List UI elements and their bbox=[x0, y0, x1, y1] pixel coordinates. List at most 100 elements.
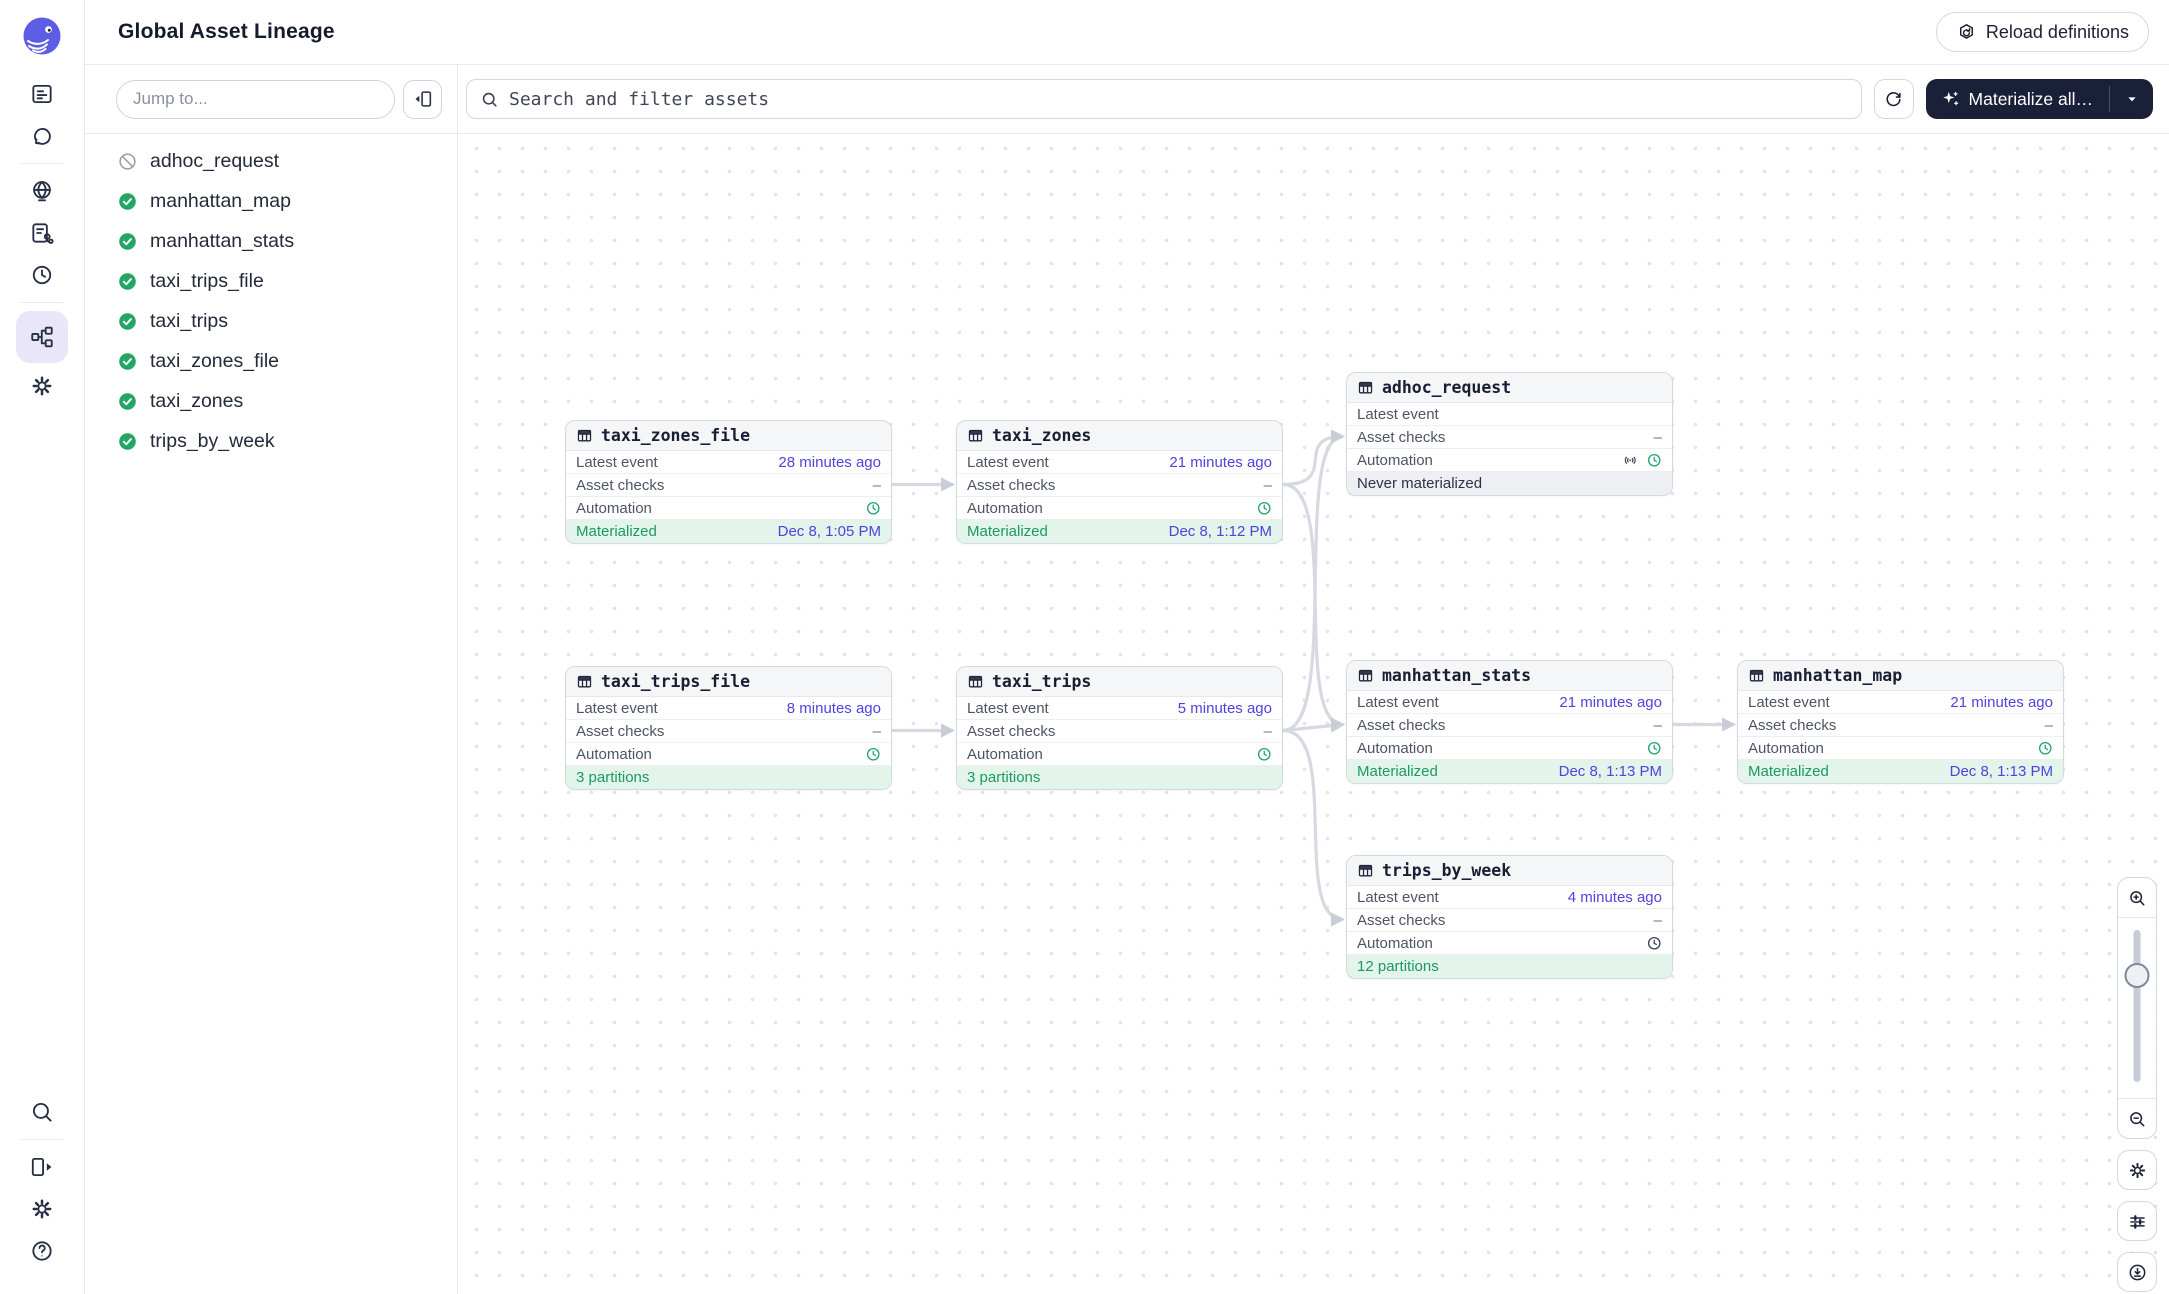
asset-label: taxi_zones_file bbox=[150, 350, 279, 373]
sidebar-asset-manhattan_map[interactable]: manhattan_map bbox=[85, 181, 457, 221]
sidebar-asset-taxi_trips_file[interactable]: taxi_trips_file bbox=[85, 261, 457, 301]
automation-icons bbox=[1646, 740, 1663, 757]
table-icon bbox=[1357, 667, 1374, 684]
overview-icon[interactable] bbox=[16, 73, 68, 115]
asset-node-title: adhoc_request bbox=[1382, 378, 1511, 397]
asset-node-manhattan_map[interactable]: manhattan_mapLatest event21 minutes agoA… bbox=[1737, 660, 2064, 784]
asset-list-toolbar bbox=[85, 65, 457, 134]
search-icon[interactable] bbox=[16, 1091, 68, 1133]
asset-label: manhattan_map bbox=[150, 190, 291, 213]
jump-to-input[interactable] bbox=[116, 80, 395, 119]
asset-node-title: trips_by_week bbox=[1382, 861, 1511, 880]
asset-checks-row: Asset checks– bbox=[1738, 714, 2063, 737]
search-input[interactable] bbox=[509, 89, 1848, 110]
table-icon bbox=[1357, 379, 1374, 396]
zoom-slider[interactable] bbox=[2118, 918, 2156, 1098]
automation-clock-icon bbox=[1256, 746, 1273, 763]
expand-panel-icon[interactable] bbox=[16, 1146, 68, 1188]
latest-event-value[interactable]: 21 minutes ago bbox=[1169, 454, 1272, 471]
sidebar-asset-manhattan_stats[interactable]: manhattan_stats bbox=[85, 221, 457, 261]
asset-node-taxi_zones[interactable]: taxi_zonesLatest event21 minutes agoAsse… bbox=[956, 420, 1283, 544]
sidebar-asset-taxi_zones_file[interactable]: taxi_zones_file bbox=[85, 341, 457, 381]
asset-checks-value: – bbox=[1654, 912, 1662, 929]
latest-event-value[interactable]: 21 minutes ago bbox=[1559, 694, 1662, 711]
zoom-slider-track[interactable] bbox=[2134, 930, 2141, 1082]
asset-node-trips_by_week[interactable]: trips_by_weekLatest event4 minutes agoAs… bbox=[1346, 855, 1673, 979]
download-button[interactable] bbox=[2117, 1252, 2157, 1292]
table-icon bbox=[576, 427, 593, 444]
latest-event-value[interactable]: 4 minutes ago bbox=[1568, 889, 1662, 906]
sidebar-asset-taxi_zones[interactable]: taxi_zones bbox=[85, 381, 457, 421]
assets-globe-icon[interactable] bbox=[16, 170, 68, 212]
settings-gear-icon bbox=[2127, 1160, 2148, 1181]
deployment-gear-icon[interactable] bbox=[16, 365, 68, 407]
table-icon bbox=[967, 673, 984, 690]
materialization-status: MaterializedDec 8, 1:05 PM bbox=[566, 520, 891, 543]
asset-checks-row: Asset checks– bbox=[566, 720, 891, 743]
jobs-icon[interactable] bbox=[16, 212, 68, 254]
automation-clock-icon bbox=[1256, 500, 1273, 517]
asset-node-taxi_trips_file[interactable]: taxi_trips_fileLatest event8 minutes ago… bbox=[565, 666, 892, 790]
collapse-panel-button[interactable] bbox=[403, 80, 442, 119]
sidebar-asset-trips_by_week[interactable]: trips_by_week bbox=[85, 421, 457, 461]
latest-event-value[interactable]: 21 minutes ago bbox=[1950, 694, 2053, 711]
materialization-status: 3 partitions bbox=[957, 766, 1282, 789]
asset-node-header[interactable]: trips_by_week bbox=[1347, 856, 1672, 886]
zoom-out-button[interactable] bbox=[2118, 1098, 2156, 1138]
latest-event-row: Latest event4 minutes ago bbox=[1347, 886, 1672, 909]
automation-row: Automation bbox=[957, 497, 1282, 520]
edge-taxi_zones-to-adhoc_request bbox=[1283, 437, 1343, 485]
latest-event-row: Latest event28 minutes ago bbox=[566, 451, 891, 474]
refresh-button[interactable] bbox=[1874, 79, 1914, 119]
asset-node-header[interactable]: adhoc_request bbox=[1347, 373, 1672, 403]
latest-event-row: Latest event bbox=[1347, 403, 1672, 426]
materialize-all-button[interactable]: Materialize all… bbox=[1926, 79, 2109, 119]
materialization-status: 3 partitions bbox=[566, 766, 891, 789]
asset-node-header[interactable]: taxi_zones_file bbox=[566, 421, 891, 451]
asset-checks-value: – bbox=[1264, 477, 1272, 494]
lineage-canvas[interactable]: taxi_zones_fileLatest event28 minutes ag… bbox=[458, 134, 2169, 1294]
schedules-icon[interactable] bbox=[16, 254, 68, 296]
asset-node-header[interactable]: manhattan_stats bbox=[1347, 661, 1672, 691]
graph-filters-button[interactable] bbox=[2117, 1201, 2157, 1241]
materialization-date[interactable]: Dec 8, 1:05 PM bbox=[778, 523, 881, 540]
latest-event-value[interactable]: 5 minutes ago bbox=[1178, 700, 1272, 717]
sidebar-asset-taxi_trips[interactable]: taxi_trips bbox=[85, 301, 457, 341]
filter-sliders-icon bbox=[2127, 1211, 2148, 1232]
settings-gear-icon[interactable] bbox=[16, 1188, 68, 1230]
asset-label: taxi_trips_file bbox=[150, 270, 264, 293]
latest-event-value[interactable]: 8 minutes ago bbox=[787, 700, 881, 717]
help-icon[interactable] bbox=[16, 1230, 68, 1272]
runs-icon[interactable] bbox=[16, 115, 68, 157]
check-circle-icon bbox=[117, 311, 138, 332]
materialization-date[interactable]: Dec 8, 1:12 PM bbox=[1169, 523, 1272, 540]
materialization-date[interactable]: Dec 8, 1:13 PM bbox=[1559, 763, 1662, 780]
asset-node-manhattan_stats[interactable]: manhattan_statsLatest event21 minutes ag… bbox=[1346, 660, 1673, 784]
refresh-icon bbox=[1883, 89, 1904, 110]
asset-node-taxi_zones_file[interactable]: taxi_zones_fileLatest event28 minutes ag… bbox=[565, 420, 892, 544]
top-bar: Global Asset Lineage Reload definitions bbox=[85, 0, 2169, 65]
materialize-options-caret[interactable] bbox=[2110, 79, 2153, 119]
asset-node-header[interactable]: taxi_zones bbox=[957, 421, 1282, 451]
lineage-icon[interactable] bbox=[16, 311, 68, 363]
reload-definitions-button[interactable]: Reload definitions bbox=[1936, 12, 2149, 52]
zoom-control-group bbox=[2117, 877, 2157, 1139]
asset-node-adhoc_request[interactable]: adhoc_requestLatest eventAsset checks–Au… bbox=[1346, 372, 1673, 496]
materialize-all-split-button: Materialize all… bbox=[1926, 79, 2153, 119]
latest-event-value[interactable]: 28 minutes ago bbox=[778, 454, 881, 471]
automation-row: Automation bbox=[566, 497, 891, 520]
asset-checks-row: Asset checks– bbox=[1347, 426, 1672, 449]
materialization-status: 12 partitions bbox=[1347, 955, 1672, 978]
zoom-slider-handle[interactable] bbox=[2125, 963, 2150, 988]
asset-node-header[interactable]: manhattan_map bbox=[1738, 661, 2063, 691]
materialization-date[interactable]: Dec 8, 1:13 PM bbox=[1950, 763, 2053, 780]
asset-node-header[interactable]: taxi_trips_file bbox=[566, 667, 891, 697]
zoom-in-button[interactable] bbox=[2118, 878, 2156, 918]
page-title: Global Asset Lineage bbox=[118, 20, 335, 44]
asset-node-taxi_trips[interactable]: taxi_tripsLatest event5 minutes agoAsset… bbox=[956, 666, 1283, 790]
sidebar-asset-adhoc_request[interactable]: adhoc_request bbox=[85, 141, 457, 181]
asset-search-box[interactable] bbox=[466, 79, 1862, 119]
graph-settings-button[interactable] bbox=[2117, 1150, 2157, 1190]
asset-node-header[interactable]: taxi_trips bbox=[957, 667, 1282, 697]
dagster-logo-icon[interactable] bbox=[20, 15, 64, 59]
